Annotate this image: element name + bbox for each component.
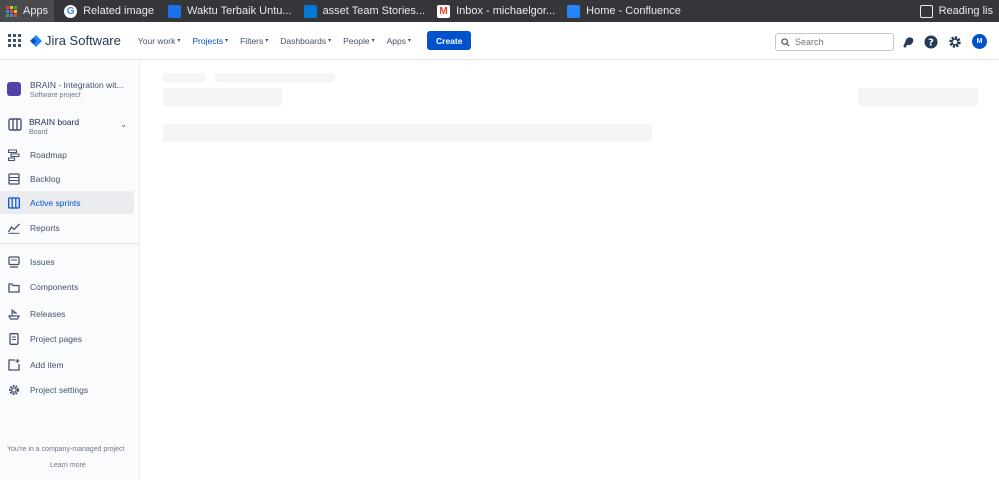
chevron-down-icon: ⌄ (120, 120, 127, 129)
skeleton-breadcrumb (163, 73, 206, 82)
nav-your-work[interactable]: Your work ▾ (138, 36, 181, 46)
search-box[interactable] (775, 33, 894, 51)
chevron-down-icon: ▾ (265, 38, 269, 44)
sidebar-item-releases[interactable]: Releases (0, 302, 134, 325)
project-avatar (7, 82, 21, 96)
svg-text:?: ? (928, 38, 934, 49)
project-pages-icon (9, 332, 19, 345)
project-name: BRAIN - Integration wit... (30, 80, 124, 90)
skeleton-title (163, 88, 282, 106)
chevron-down-icon: ▾ (328, 38, 332, 44)
board-type: Board (29, 129, 48, 136)
nav-apps[interactable]: Apps ▾ (387, 36, 411, 46)
bookmark-confluence[interactable]: Home - Confluence (561, 0, 687, 22)
jira-logo[interactable]: Jira Software (30, 33, 121, 48)
nav-filters[interactable]: Filters ▾ (240, 36, 268, 46)
notifications-icon[interactable] (901, 35, 915, 49)
bookmark-label: Waktu Terbaik Untu... (187, 5, 292, 17)
backlog-icon (8, 172, 20, 185)
chevron-down-icon: ▾ (177, 38, 181, 44)
learn-more-link[interactable]: Learn more (50, 462, 86, 469)
board-name: BRAIN board (29, 117, 80, 127)
skeleton-filter-bar (163, 124, 652, 142)
sidebar-item-label: Issues (30, 256, 55, 267)
user-avatar[interactable]: M (972, 34, 987, 49)
bookmark-icon (168, 4, 182, 18)
search-icon (781, 37, 790, 47)
chevron-down-icon: ▾ (407, 38, 411, 44)
jira-top-nav: Jira Software Your work ▾ Projects ▾ Filte… (0, 22, 999, 60)
nav-people[interactable]: People ▾ (343, 36, 374, 46)
bookmark-label: asset Team Stories... (322, 5, 426, 17)
sidebar-item-active-sprints[interactable]: Active sprints (0, 191, 134, 214)
bookmark-label: Apps (23, 5, 49, 17)
sidebar-item-label: Reports (30, 222, 60, 233)
chevron-down-icon: ▾ (225, 38, 229, 44)
bookmark-inbox[interactable]: M Inbox - michaelgor... (431, 0, 561, 22)
roadmap-icon (8, 149, 20, 161)
active-sprints-icon (8, 196, 20, 209)
sidebar-item-project-settings[interactable]: Project settings (0, 378, 134, 401)
jira-icon (30, 34, 42, 47)
sidebar-item-backlog[interactable]: Backlog (0, 167, 134, 190)
create-button[interactable]: Create (427, 31, 472, 50)
components-icon (8, 282, 20, 293)
add-item-icon (8, 358, 20, 371)
bookmark-apps[interactable]: Apps (0, 0, 55, 22)
sidebar-item-label: Roadmap (30, 149, 67, 160)
apps-grid-icon (6, 5, 17, 17)
bookmark-label: Home - Confluence (586, 5, 681, 17)
gmail-icon: M (437, 4, 451, 18)
reading-list-label: Reading lis (938, 5, 993, 17)
confluence-icon (567, 4, 581, 18)
nav-dashboards[interactable]: Dashboards ▾ (280, 36, 331, 46)
sidebar-item-reports[interactable]: Reports (0, 216, 134, 239)
company-managed-note: You're in a company-managed project (7, 446, 125, 453)
google-icon: G (64, 4, 78, 18)
project-sidebar: BRAIN - Integration wit... Software proj… (0, 61, 140, 480)
bookmark-label: Related image (83, 5, 155, 17)
app-switcher-icon[interactable] (8, 33, 22, 48)
project-header[interactable]: BRAIN - Integration wit... Software proj… (7, 80, 124, 99)
settings-gear-icon (9, 384, 19, 395)
project-type: Software project (30, 92, 81, 99)
bookmark-related-image[interactable]: G Related image (58, 0, 160, 22)
nav-projects[interactable]: Projects ▾ (192, 36, 228, 46)
releases-icon (8, 308, 20, 320)
sidebar-item-components[interactable]: Components (0, 275, 134, 298)
sidebar-item-project-pages[interactable]: Project pages (0, 327, 134, 350)
board-switcher[interactable]: BRAIN board Board ⌄ (8, 117, 133, 136)
reports-icon (8, 223, 20, 234)
sidebar-item-label: Releases (30, 308, 66, 319)
sidebar-item-add-item[interactable]: Add item (0, 353, 134, 376)
reading-list-icon (919, 4, 933, 18)
chevron-down-icon: ▾ (371, 38, 375, 44)
board-icon (8, 118, 22, 131)
sidebar-item-label: Backlog (30, 173, 61, 184)
sidebar-item-label: Project pages (30, 333, 82, 344)
reading-list[interactable]: Reading lis (914, 0, 999, 22)
bookmark-asset-team[interactable]: asset Team Stories... (298, 0, 432, 22)
product-name: Jira Software (45, 33, 121, 48)
skeleton-actions (858, 88, 978, 106)
azure-devops-icon (303, 4, 317, 18)
sidebar-item-label: Add item (30, 359, 64, 370)
sidebar-item-issues[interactable]: Issues (0, 250, 134, 273)
help-icon[interactable]: ? (924, 35, 938, 49)
bookmark-waktu[interactable]: Waktu Terbaik Untu... (162, 0, 298, 22)
sidebar-item-label: Components (30, 281, 79, 292)
settings-gear-icon[interactable] (948, 35, 962, 49)
skeleton-breadcrumb (215, 73, 335, 82)
search-input[interactable] (795, 37, 885, 47)
bookmarks-bar: Apps G Related image Waktu Terbaik Untu.… (0, 0, 999, 22)
bookmark-label: Inbox - michaelgor... (456, 5, 556, 17)
issues-icon (8, 255, 20, 268)
sidebar-item-roadmap[interactable]: Roadmap (0, 143, 134, 166)
sidebar-divider (0, 243, 140, 244)
sidebar-item-label: Active sprints (30, 197, 81, 208)
sidebar-item-label: Project settings (30, 384, 89, 395)
